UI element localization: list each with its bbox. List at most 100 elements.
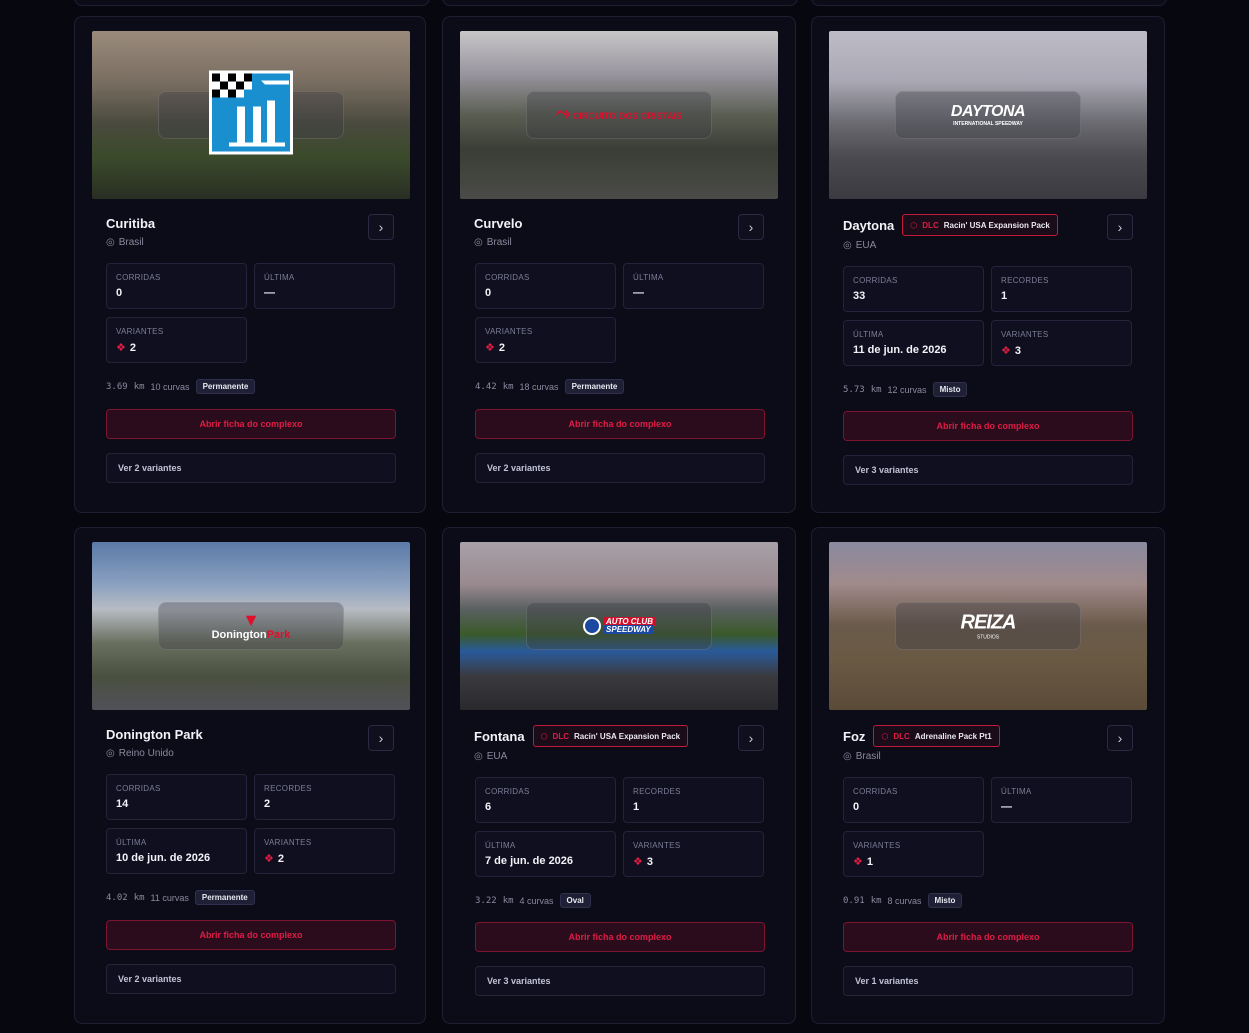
track-name: Foz <box>843 728 866 744</box>
open-complex-button[interactable]: Abrir ficha do complexo <box>106 409 396 439</box>
track-thumbnail: AUTO CLUB SPEEDWAY <box>460 542 778 710</box>
package-icon: ⬡ <box>910 220 918 230</box>
track-card-fontana: AUTO CLUB SPEEDWAY Fontana ⬡ DLC Racin' U… <box>442 527 796 1024</box>
dlc-badge: ⬡ DLC Adrenaline Pack Pt1 <box>873 725 1000 747</box>
open-complex-button[interactable]: Abrir ficha do complexo <box>843 411 1133 441</box>
package-icon: ⬡ <box>540 731 548 741</box>
stat-variantes: VARIANTES ❖ 2 <box>475 317 616 363</box>
stat-corridas: CORRIDAS 33 <box>843 266 984 312</box>
track-logo: AUTO CLUB SPEEDWAY <box>583 617 655 635</box>
chevron-right-icon: › <box>1117 730 1123 746</box>
layers-icon: ❖ <box>633 856 643 868</box>
stat-ultima: ÚLTIMA 11 de jun. de 2026 <box>843 320 984 366</box>
open-complex-button[interactable]: Abrir ficha do complexo <box>475 922 765 952</box>
stat-recordes: RECORDES 2 <box>254 774 395 820</box>
dlc-badge: ⬡ DLC Racin' USA Expansion Pack <box>902 214 1058 236</box>
stat-variantes: VARIANTES ❖ 1 <box>843 831 984 877</box>
track-thumbnail: REIZA STUDIOS <box>829 542 1147 710</box>
track-name: Curitiba <box>106 216 156 231</box>
open-track-button[interactable]: › <box>738 725 764 751</box>
track-type-badge: Misto <box>932 382 968 397</box>
stat-corridas: CORRIDAS 0 <box>106 263 247 309</box>
layers-icon: ❖ <box>853 856 863 868</box>
track-logo <box>209 70 293 160</box>
track-logo: ⤳ CIRCUITO DOS CRISTAIS <box>555 103 683 123</box>
track-country: ◎ Brasil <box>474 237 512 248</box>
map-pin-icon: ◎ <box>843 751 852 762</box>
track-meta: 3.69 km 10 curvas Permanente <box>106 379 256 394</box>
open-complex-button[interactable]: Abrir ficha do complexo <box>843 922 1133 952</box>
open-track-button[interactable]: › <box>1107 725 1133 751</box>
layers-icon: ❖ <box>264 853 274 865</box>
track-type-badge: Permanente <box>195 379 256 394</box>
layers-icon: ❖ <box>1001 345 1011 357</box>
stat-ultima: ÚLTIMA — <box>991 777 1132 823</box>
package-icon: ⬡ <box>881 731 889 741</box>
stat-corridas: CORRIDAS 6 <box>475 777 616 823</box>
stat-corridas: CORRIDAS 0 <box>475 263 616 309</box>
open-track-button[interactable]: › <box>738 214 764 240</box>
track-card-donington-park: ▼ DoningtonPark Donington Park ◎ Reino Un… <box>74 527 426 1024</box>
open-complex-button[interactable]: Abrir ficha do complexo <box>475 409 765 439</box>
card-above-3 <box>811 0 1167 6</box>
view-variants-button[interactable]: Ver 2 variantes <box>106 964 396 994</box>
track-meta: 4.42 km 18 curvas Permanente <box>475 379 625 394</box>
open-track-button[interactable]: › <box>1107 214 1133 240</box>
stat-ultima: ÚLTIMA 10 de jun. de 2026 <box>106 828 247 874</box>
open-track-button[interactable]: › <box>368 725 394 751</box>
view-variants-button[interactable]: Ver 2 variantes <box>475 453 765 483</box>
chevron-right-icon: › <box>1117 219 1123 235</box>
track-country: ◎ Brasil <box>106 237 144 248</box>
track-name: Fontana <box>474 728 525 744</box>
view-variants-button[interactable]: Ver 1 variantes <box>843 966 1133 996</box>
track-country: ◎ Brasil <box>843 751 881 762</box>
stat-recordes: RECORDES 1 <box>623 777 764 823</box>
track-name: Curvelo <box>474 216 523 231</box>
track-card-curitiba: Curitiba ◎ Brasil › CORRIDAS 0 ÚLTIMA — VAR… <box>74 16 426 513</box>
track-logo: DAYTONA INTERNATIONAL SPEEDWAY <box>950 103 1026 127</box>
track-meta: 5.73 km 12 curvas Misto <box>843 382 968 397</box>
track-card-foz: REIZA STUDIOS Foz ⬡ DLC Adrenaline Pack P… <box>811 527 1165 1024</box>
track-type-badge: Permanente <box>194 890 255 905</box>
stat-ultima: ÚLTIMA 7 de jun. de 2026 <box>475 831 616 877</box>
dlc-badge: ⬡ DLC Racin' USA Expansion Pack <box>532 725 689 747</box>
stat-recordes: RECORDES 1 <box>991 266 1132 312</box>
track-logo: REIZA STUDIOS <box>960 611 1017 641</box>
stat-ultima: ÚLTIMA — <box>623 263 764 309</box>
stat-ultima: ÚLTIMA — <box>254 263 395 309</box>
view-variants-button[interactable]: Ver 2 variantes <box>106 453 396 483</box>
map-pin-icon: ◎ <box>106 748 115 759</box>
track-logo: ▼ DoningtonPark <box>211 610 291 641</box>
view-variants-button[interactable]: Ver 3 variantes <box>843 455 1133 485</box>
open-track-button[interactable]: › <box>368 214 394 240</box>
chevron-right-icon: › <box>378 219 384 235</box>
layers-icon: ❖ <box>116 342 126 354</box>
track-card-daytona: DAYTONA INTERNATIONAL SPEEDWAY Daytona ⬡… <box>811 16 1165 513</box>
stat-variantes: VARIANTES ❖ 3 <box>991 320 1132 366</box>
stat-variantes: VARIANTES ❖ 2 <box>106 317 247 363</box>
track-country: ◎ EUA <box>843 240 877 251</box>
stat-corridas: CORRIDAS 14 <box>106 774 247 820</box>
view-variants-button[interactable]: Ver 3 variantes <box>475 966 765 996</box>
map-pin-icon: ◎ <box>474 751 483 762</box>
map-pin-icon: ◎ <box>106 237 115 248</box>
stat-variantes: VARIANTES ❖ 2 <box>254 828 395 874</box>
track-meta: 3.22 km 4 curvas Oval <box>475 893 591 908</box>
track-name: Donington Park <box>106 727 203 742</box>
open-complex-button[interactable]: Abrir ficha do complexo <box>106 920 396 950</box>
chevron-right-icon: › <box>748 730 754 746</box>
track-card-curvelo: ⤳ CIRCUITO DOS CRISTAIS Curvelo ◎ Brasil … <box>442 16 796 513</box>
map-pin-icon: ◎ <box>474 237 483 248</box>
map-pin-icon: ◎ <box>843 240 852 251</box>
track-country: ◎ Reino Unido <box>106 748 174 759</box>
stat-variantes: VARIANTES ❖ 3 <box>623 831 764 877</box>
chevron-right-icon: › <box>748 219 754 235</box>
layers-icon: ❖ <box>485 342 495 354</box>
track-type-badge: Oval <box>559 893 591 908</box>
card-above-2 <box>442 0 798 6</box>
track-type-badge: Permanente <box>564 379 625 394</box>
track-type-badge: Misto <box>927 893 963 908</box>
card-above-1 <box>74 0 430 6</box>
track-meta: 0.91 km 8 curvas Misto <box>843 893 963 908</box>
stat-corridas: CORRIDAS 0 <box>843 777 984 823</box>
